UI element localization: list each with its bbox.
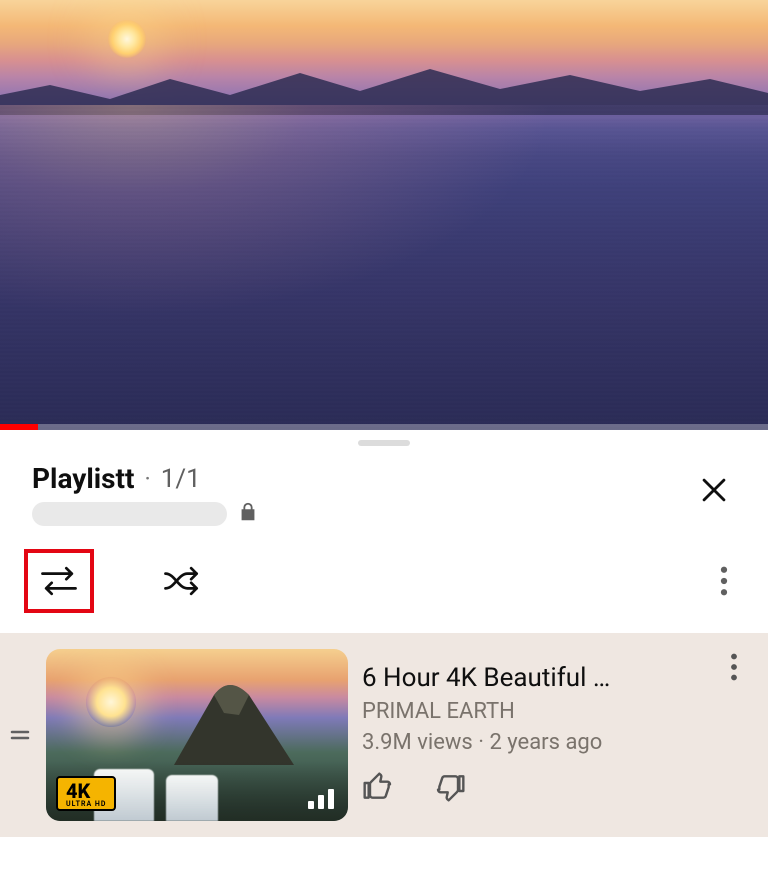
shuffle-button[interactable]	[154, 553, 210, 609]
playlist-title: Playlistt	[32, 462, 134, 495]
item-more-button[interactable]	[718, 653, 750, 681]
video-progress-track[interactable]	[0, 424, 768, 430]
video-thumbnail[interactable]: 4K ULTRA HD	[46, 649, 348, 821]
item-channel: PRIMAL EARTH	[362, 699, 704, 724]
drag-handle-icon[interactable]	[8, 727, 32, 743]
video-sunset-graphic	[108, 20, 146, 58]
sheet-drag-handle[interactable]	[358, 440, 410, 446]
video-water-graphic	[0, 105, 768, 430]
item-age: 2 years ago	[489, 730, 602, 755]
playlist-header: Playlistt · 1/1	[0, 452, 768, 535]
resolution-badge: 4K ULTRA HD	[56, 776, 116, 811]
playlist-controls	[0, 535, 768, 633]
now-playing-icon	[308, 789, 334, 809]
lock-icon	[237, 501, 259, 527]
separator-dot: ·	[144, 465, 150, 493]
playlist-item[interactable]: 4K ULTRA HD 6 Hour 4K Beautiful … PRIMAL…	[0, 633, 768, 837]
like-button[interactable]	[362, 771, 394, 807]
item-metadata: 6 Hour 4K Beautiful … PRIMAL EARTH 3.9M …	[362, 663, 704, 807]
video-player[interactable]	[0, 0, 768, 430]
playlist-owner-redacted	[32, 502, 227, 526]
separator-dot: ·	[478, 730, 489, 755]
dislike-button[interactable]	[434, 771, 466, 807]
item-stats: 3.9M views · 2 years ago	[362, 730, 704, 755]
loop-button[interactable]	[24, 549, 94, 613]
playlist-position: 1/1	[161, 464, 201, 494]
close-button[interactable]	[690, 466, 738, 514]
video-progress-fill	[0, 424, 38, 430]
item-title: 6 Hour 4K Beautiful …	[362, 663, 704, 693]
item-views: 3.9M views	[362, 730, 473, 755]
playlist-panel: Playlistt · 1/1	[0, 440, 768, 837]
playlist-more-button[interactable]	[704, 561, 744, 601]
badge-subtext: ULTRA HD	[66, 801, 106, 808]
